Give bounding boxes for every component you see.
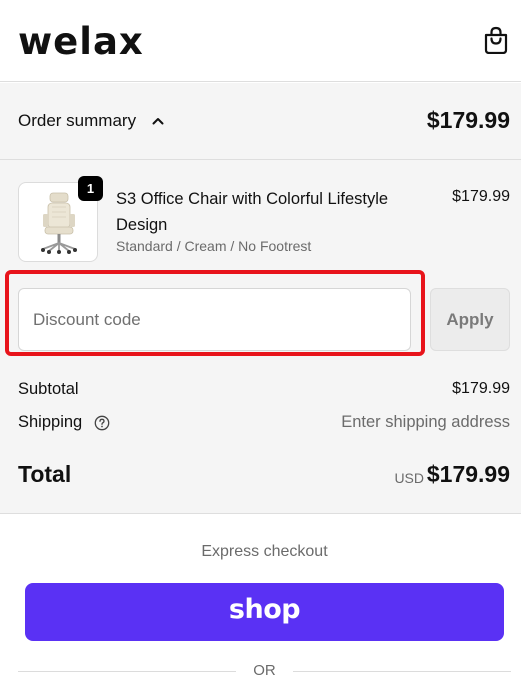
order-summary-label: Order summary [18,111,137,130]
header: welax [0,0,521,82]
quantity-badge: 1 [78,176,103,201]
shop-pay-button[interactable]: shop [25,583,504,641]
order-summary-panel: Order summary $179.99 1 S3 Office Chair … [0,83,521,514]
subtotal-value: $179.99 [452,380,510,397]
express-checkout-label: Express checkout [201,543,328,560]
subtotal-label: Subtotal [18,380,79,398]
total-label: Total [18,461,72,487]
chevron-up-icon [152,118,164,125]
total-currency: USD [394,470,424,486]
shipping-label: Shipping [18,413,83,431]
total-value: $179.99 [426,461,510,487]
shopping-bag-icon[interactable] [483,26,509,54]
apply-discount-button[interactable]: Apply [430,288,510,351]
product-price: $179.99 [452,188,510,205]
question-circle-icon[interactable] [94,415,110,431]
order-summary-total: $179.99 [426,107,510,133]
product-variant: Standard / Cream / No Footrest [116,238,312,254]
product-name: S3 Office Chair with Colorful Lifestyle … [116,190,389,234]
discount-code-input[interactable] [18,288,411,351]
divider-right [293,671,511,672]
store-logo[interactable]: welax [18,22,144,62]
order-summary-toggle[interactable]: Order summary $179.99 [0,83,521,160]
shipping-value: Enter shipping address [341,413,510,431]
shop-pay-logo: shop [228,594,301,625]
